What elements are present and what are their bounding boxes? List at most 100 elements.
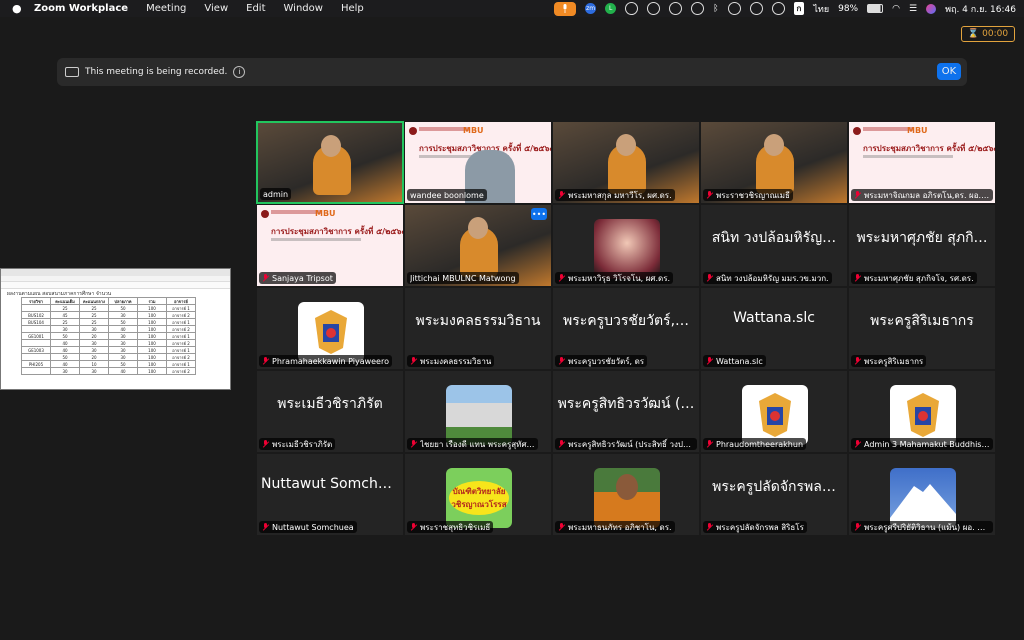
menu-edit[interactable]: Edit xyxy=(246,3,265,14)
participant-tile[interactable]: Wattana.slc Wattana.slc xyxy=(700,287,848,370)
siri-icon[interactable] xyxy=(926,3,937,14)
participant-tile[interactable]: พระครูบวรชัยวัตร์,… พระครูบวรชัยวัตร์, ดร xyxy=(552,287,700,370)
participant-tile[interactable]: บัณฑิตวิทยาลัย วชิรญาณวโรรส พระราชสุทธิวช… xyxy=(404,453,552,536)
sheet-cell: 100 xyxy=(137,325,167,333)
sheet-caption: ผลงานตามแผน สอบสนามภาคการศึกษา จำนวน xyxy=(7,291,112,297)
menu-window[interactable]: Window xyxy=(284,3,323,14)
monk-photo-avatar xyxy=(594,468,660,528)
participant-tile[interactable]: พระครูศรีปริยัติวิธาน (แม้น) ผอ. ศู… xyxy=(848,453,996,536)
participant-name: Wattana.slc xyxy=(716,356,763,366)
sheet-cell: อาจารย์ 1 xyxy=(166,360,196,368)
participant-tile[interactable]: พระครูสิทธิวรวัฒน์ (… พระครูสิทธิวรวัฒน์ … xyxy=(552,370,700,453)
participant-tile[interactable]: admin xyxy=(256,121,404,204)
participant-tile[interactable]: พระครูปลัดจักรพล… พระครูปลัดจักรพล สิริธโ… xyxy=(700,453,848,536)
participant-tile[interactable]: สนิท วงปล้อมหิรัญ… สนิท วงปล้อมหิรัญ มมร.… xyxy=(700,204,848,287)
sheet-cell: 50 xyxy=(108,360,138,368)
sheet-cell xyxy=(21,325,51,333)
battery-icon[interactable] xyxy=(867,4,884,13)
participant-tile[interactable]: พระมหาธนภัทร อภิชาโน, ดร. xyxy=(552,453,700,536)
info-icon[interactable]: i xyxy=(233,66,246,78)
participant-name: พระราชสุทธิวชิรเมธี xyxy=(420,522,491,532)
participant-display-name: Wattana.slc xyxy=(733,310,815,326)
participant-tile[interactable]: พระเมธีวชิราภิรัต พระเมธีวชิราภิรัต xyxy=(256,370,404,453)
participant-tile[interactable]: Admin 3 Mahamakut Buddhist Un… xyxy=(848,370,996,453)
participant-tile[interactable]: ไชยยา เรืองดี แทน พระครูสุทัศ… xyxy=(404,370,552,453)
slide-subtitle xyxy=(271,238,361,241)
sheet-cell: อาจารย์ 1 xyxy=(166,346,196,354)
participant-name-plate: พระครูศรีปริยัติวิธาน (แม้น) ผอ. ศู… xyxy=(851,521,993,533)
participant-name: พระมงคลธรรมวิธาน xyxy=(420,356,492,366)
clock-text[interactable]: พฤ. 4 ก.ย. 16:46 xyxy=(945,2,1016,16)
timer-text: 00:00 xyxy=(982,29,1009,39)
participant-name-plate: admin xyxy=(260,188,292,200)
participant-tile[interactable]: พระมหาสกุล มหาวีโร, ผศ.ดร. xyxy=(552,121,700,204)
participant-name: พระครูสิทธิวรวัฒน์ (ประสิทธิ์ วงประ… xyxy=(568,439,694,449)
participant-tile[interactable]: ••• Jittichai MBULNC Matwong xyxy=(404,204,552,287)
sheet-cell: อาจารย์ 2 xyxy=(166,353,196,361)
sheet-cell: 25 xyxy=(50,318,80,326)
slide-logo xyxy=(409,127,417,135)
participant-tile[interactable]: MBU การประชุมสภาวิชาการ ครั้งที่ ๕/๒๕๖๘ พร… xyxy=(848,121,996,204)
participant-tile[interactable]: พระมหาศุภชัย สุภกิ… พระมหาศุภชัย สุภกิจโจ… xyxy=(848,204,996,287)
vpn-icon[interactable] xyxy=(771,2,785,15)
sheet-cell: 30 xyxy=(108,353,138,361)
sheet-row: GE1001 50 20 30 100 อาจารย์ 1 xyxy=(21,332,196,340)
cloud-icon[interactable] xyxy=(625,2,639,15)
sheet-cell: อาจารย์ 2 xyxy=(166,311,196,319)
sheet-header: คะแนนเต็ม xyxy=(50,297,80,305)
sheet-cell: 30 xyxy=(50,367,80,375)
participant-tile[interactable]: พระครูสิริเมธากร พระครูสิริเมธากร xyxy=(848,287,996,370)
participant-tile[interactable]: พระราชวชิรญาณเมธี xyxy=(700,121,848,204)
participant-tile[interactable]: MBU การประชุมสภาวิชาการ ครั้งที่ ๕/๒๕๖๘ wa… xyxy=(404,121,552,204)
ok-button[interactable]: OK xyxy=(937,63,961,80)
faculty-logo-avatar: บัณฑิตวิทยาลัย วชิรญาณวโรรส xyxy=(446,468,512,528)
zoom-status-icon[interactable]: zm xyxy=(585,3,597,14)
input-language[interactable]: ไทย xyxy=(813,2,829,16)
clock-icon[interactable] xyxy=(727,2,741,15)
participant-name-plate: พระมหาธนภัทร อภิชาโน, ดร. xyxy=(555,521,675,533)
menu-meeting[interactable]: Meeting xyxy=(146,3,186,14)
mic-muted-icon xyxy=(262,357,269,365)
participant-tile[interactable]: พระมงคลธรรมวิธาน พระมงคลธรรมวิธาน xyxy=(404,287,552,370)
slide-subtitle xyxy=(863,155,953,158)
mic-indicator-icon[interactable] xyxy=(554,1,577,16)
sheet-cell: 100 xyxy=(137,353,167,361)
info-icon[interactable] xyxy=(669,2,683,15)
participant-name-plate: พระครูบวรชัยวัตร์, ดร xyxy=(555,355,648,367)
line-app-icon[interactable]: L xyxy=(605,3,617,14)
more-options-button[interactable]: ••• xyxy=(531,208,547,220)
app-name[interactable]: Zoom Workplace xyxy=(34,3,128,14)
sheet-cell: 50 xyxy=(50,353,80,361)
shared-screen-thumbnail[interactable]: ผลงานตามแผน สอบสนามภาคการศึกษา จำนวน ราย… xyxy=(0,268,231,390)
slide-logo xyxy=(853,127,861,135)
sheet-cell: 40 xyxy=(108,367,138,375)
control-center-icon[interactable]: ☰ xyxy=(909,4,917,14)
sheet-row: 25 25 50 100 อาจารย์ 1 xyxy=(21,304,196,312)
battery-percent: 98% xyxy=(838,3,859,14)
sheet-row: 50 20 30 100 อาจารย์ 2 xyxy=(21,353,196,361)
participant-tile[interactable]: Nuttawut Somchuea Nuttawut Somchuea xyxy=(256,453,404,536)
participant-tile[interactable]: พระมหาวิรุธ วิโรจโน, ผศ.ดร. xyxy=(552,204,700,287)
participant-name-plate: พระราชสุทธิวชิรเมธี xyxy=(407,521,494,533)
bluetooth-icon[interactable]: ᛒ xyxy=(713,4,718,14)
menu-bar: ● Zoom Workplace Meeting View Edit Windo… xyxy=(0,0,1024,17)
airdrop-icon[interactable] xyxy=(691,2,705,15)
mic-muted-icon xyxy=(558,274,565,282)
apple-icon[interactable]: ● xyxy=(12,2,24,15)
participant-name: พระมหาธนภัทร อภิชาโน, ดร. xyxy=(568,522,672,532)
wifi-icon[interactable]: ◠ xyxy=(892,4,900,14)
gallery-view: admin MBU การประชุมสภาวิชาการ ครั้งที่ ๕/๒… xyxy=(256,121,996,537)
sheet-cell: 30 xyxy=(79,346,109,354)
participant-tile[interactable]: MBU การประชุมสภาวิชาการ ครั้งที่ ๕/๒๕๖๘ Sa… xyxy=(256,204,404,287)
sheet-cell: GE1003 xyxy=(21,346,51,354)
sheet-row: BUS104 25 25 50 100 อาจารย์ 1 xyxy=(21,318,196,326)
participant-tile[interactable]: Phraudomtheerakhun xyxy=(700,370,848,453)
meeting-timer[interactable]: ⌛ 00:00 xyxy=(961,26,1015,42)
input-source-icon[interactable]: ก xyxy=(793,2,805,15)
menu-view[interactable]: View xyxy=(204,3,228,14)
participant-tile[interactable]: Phramahaekkawin Piyaweero xyxy=(256,287,404,370)
sync-icon[interactable] xyxy=(647,2,661,15)
menu-help[interactable]: Help xyxy=(341,3,364,14)
play-icon[interactable] xyxy=(749,2,763,15)
sheet-cell: 100 xyxy=(137,318,167,326)
